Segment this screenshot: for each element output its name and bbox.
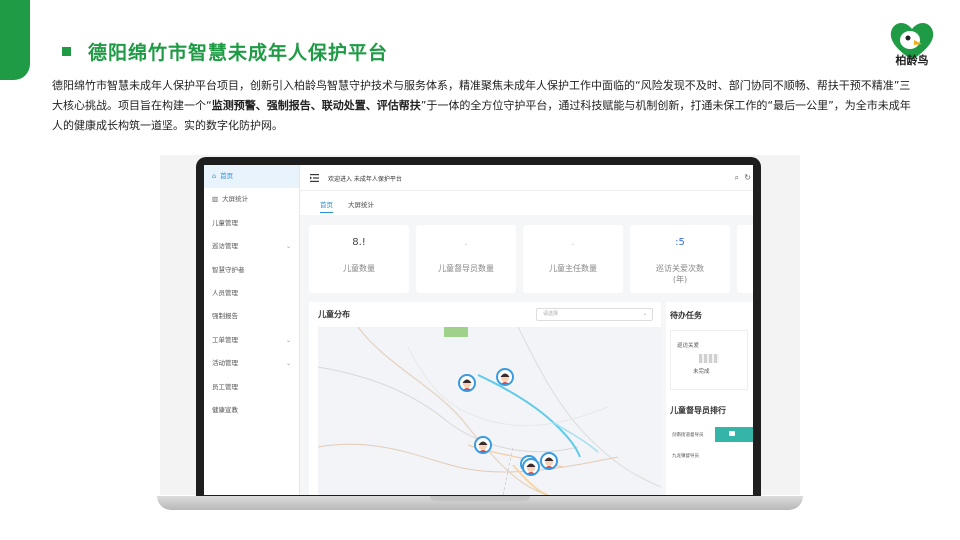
sidebar-item[interactable]: 员工管理 <box>204 376 299 399</box>
child-marker-icon[interactable] <box>458 374 476 392</box>
chevron-down-icon: ⌄ <box>642 311 647 317</box>
map-title: 儿童分布 <box>318 310 350 319</box>
select-placeholder: 请选择 <box>543 311 559 317</box>
slide-title: 德阳绵竹市智慧未成年人保护平台 <box>88 42 389 64</box>
right-panel: 待办任务 巡访关爱 未完成 儿童督导员排行 剑南街道督导员 九龙镇督导员 <box>666 302 753 495</box>
map-panel: 儿童分布 请选择 ⌄ <box>309 302 661 495</box>
sidebar-item[interactable]: 强制报告 <box>204 305 299 328</box>
child-distribution-map[interactable] <box>318 327 661 495</box>
sidebar-item-label: 活动管理 <box>212 359 238 368</box>
stat-label: 儿童数量 <box>343 264 375 273</box>
sidebar-item-label: 首页 <box>220 172 234 180</box>
menu-fold-icon[interactable] <box>310 174 319 182</box>
child-marker-icon[interactable] <box>540 452 558 470</box>
stat-label: 巡访关爱次数 (年) <box>630 263 730 285</box>
stat-label: 儿童主任数量 <box>549 264 597 273</box>
logo-text: 柏龄鸟 <box>895 54 929 67</box>
stat-value: . <box>464 237 468 248</box>
rank-bar <box>715 427 753 442</box>
topbar: 欢迎进入 未成年人保护平台 ⌕ ↻ <box>300 165 753 191</box>
rank-row[interactable]: 九龙镇督导员 <box>672 453 699 459</box>
tab-home[interactable]: 首页 <box>320 199 333 213</box>
stat-card-children[interactable]: 8.! 儿童数量 <box>309 225 409 293</box>
chevron-down-icon: ⌄ <box>285 360 291 368</box>
stat-label-sub: (年) <box>672 275 688 284</box>
sidebar-item-label: 强制报告 <box>212 312 238 321</box>
search-icon[interactable]: ⌕ <box>735 173 739 183</box>
sidebar-item-label: 员工管理 <box>212 382 238 391</box>
sidebar-item-label: 人员管理 <box>212 288 238 297</box>
sidebar-item-label: 儿童管理 <box>212 218 238 227</box>
sidebar-item[interactable]: 儿童管理 <box>204 212 299 235</box>
laptop-notch <box>430 496 530 501</box>
child-marker-icon[interactable] <box>474 436 492 454</box>
sidebar-item[interactable]: 巡访管理 ⌄ <box>204 235 299 258</box>
title-bullet-icon <box>62 47 71 56</box>
corner-accent <box>0 0 30 80</box>
todo-item-name: 巡访关爱 <box>677 343 700 349</box>
sidebar-item[interactable]: 人员管理 <box>204 282 299 305</box>
intro-text-bold: 监测预警、强制报告、联动处置、评估帮扶 <box>211 99 421 112</box>
rank-title: 儿童督导员排行 <box>670 406 726 415</box>
chart-icon: ▥ <box>212 195 219 204</box>
todo-card[interactable]: 巡访关爱 未完成 <box>670 330 748 390</box>
stat-card-visits[interactable]: :5 巡访关爱次数 (年) <box>630 225 730 293</box>
slide: 德阳绵竹市智慧未成年人保护平台 柏龄鸟 德阳绵竹市智慧未成年人保护平台项目，创新… <box>0 0 960 540</box>
app-window: ⌂ 首页 ▥ 大屏统计 儿童管理 巡访管理 ⌄ 智慧守护者 人员管理 强制报告 工单管理 ⌄ 活动管理 ⌄… <box>204 165 753 495</box>
stat-value: 8.! <box>352 237 366 248</box>
map-park <box>444 327 468 337</box>
sidebar-item-label: 大屏统计 <box>222 195 249 204</box>
home-icon: ⌂ <box>212 172 217 180</box>
sidebar-item[interactable]: 工单管理 ⌄ <box>204 329 299 352</box>
stat-value: . <box>571 237 575 248</box>
tab-dashboard[interactable]: 大屏统计 <box>348 199 374 213</box>
chevron-down-icon: ⌄ <box>285 243 291 251</box>
tab-bar: 首页 大屏统计 <box>300 191 753 215</box>
rank-bar-mark <box>729 431 735 436</box>
sidebar-item[interactable]: ▥ 大屏统计 <box>204 188 299 211</box>
chevron-down-icon: ⌄ <box>285 336 291 344</box>
todo-title: 待办任务 <box>670 311 702 320</box>
stat-card-partial[interactable] <box>737 225 753 293</box>
sidebar-item[interactable]: 活动管理 ⌄ <box>204 352 299 375</box>
sidebar-item[interactable]: ⌂ 首页 <box>204 165 299 189</box>
stat-card-supervisors[interactable]: . 儿童督导员数量 <box>416 225 516 293</box>
child-marker-icon[interactable] <box>496 368 514 386</box>
sidebar-item-label: 智慧守护者 <box>212 265 245 274</box>
todo-count-redacted <box>699 354 719 363</box>
sidebar-item-label: 工单管理 <box>212 335 238 344</box>
welcome-title: 欢迎进入 未成年人保护平台 <box>328 176 402 183</box>
stat-card-directors[interactable]: . 儿童主任数量 <box>523 225 623 293</box>
sidebar: ⌂ 首页 ▥ 大屏统计 儿童管理 巡访管理 ⌄ 智慧守护者 人员管理 强制报告 工单管理 ⌄ 活动管理 ⌄… <box>204 165 300 495</box>
sidebar-item-label: 健康宣教 <box>212 405 238 414</box>
sidebar-item[interactable]: 智慧守护者 <box>204 259 299 282</box>
stat-label-main: 巡访关爱次数 <box>656 264 704 273</box>
sidebar-item[interactable]: 健康宣教 <box>204 399 299 422</box>
child-marker-icon[interactable] <box>522 458 540 476</box>
stat-label: 儿童督导员数量 <box>438 264 494 273</box>
stat-value: :5 <box>675 237 685 248</box>
map-district-select[interactable]: 请选择 ⌄ <box>536 308 653 321</box>
intro-paragraph: 德阳绵竹市智慧未成年人保护平台项目，创新引入柏龄鸟智慧守护技术与服务体系，精准聚… <box>52 76 912 136</box>
refresh-icon[interactable]: ↻ <box>744 173 751 182</box>
rank-row[interactable]: 剑南街道督导员 <box>672 432 704 438</box>
todo-status: 未完成 <box>693 369 710 375</box>
sidebar-item-label: 巡访管理 <box>212 242 238 251</box>
